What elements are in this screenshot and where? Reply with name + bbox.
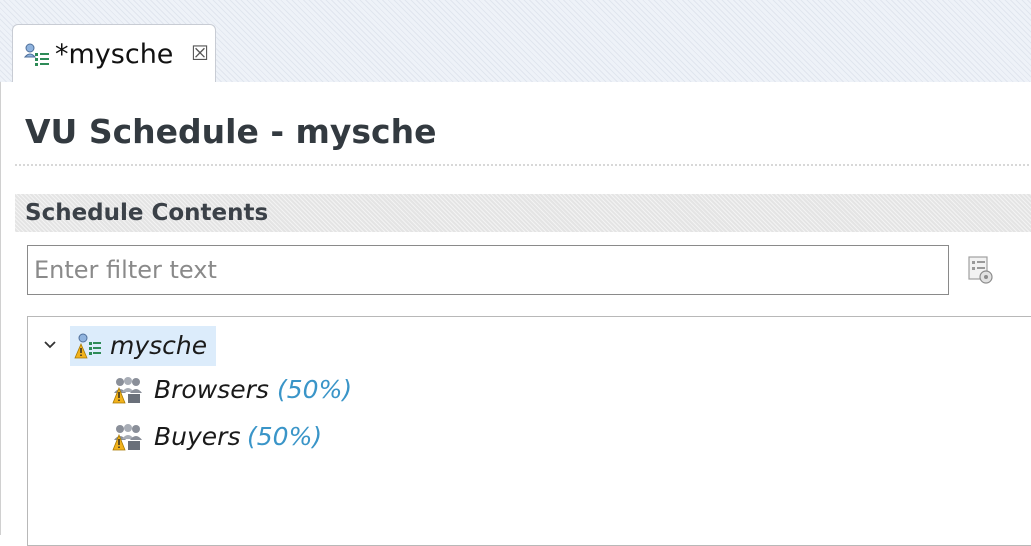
chevron-down-icon[interactable]	[42, 337, 58, 353]
section-title: Schedule Contents	[25, 200, 269, 226]
tree-item-label: mysche	[110, 331, 208, 360]
schedule-editor: VU Schedule - mysche Schedule Contents E…	[0, 82, 1031, 546]
filter-options-icon[interactable]	[965, 254, 995, 286]
tree-item-buyers[interactable]: Buyers (50%)	[112, 419, 412, 455]
tree-item-browsers[interactable]: Browsers (50%)	[112, 372, 412, 408]
user-group-warning-icon	[112, 424, 142, 451]
page-title: VU Schedule - mysche	[25, 112, 437, 151]
tree-item-mysche[interactable]: mysche	[70, 326, 216, 366]
tree-item-percent: (50%)	[277, 375, 353, 404]
tab-label: *mysche	[55, 39, 174, 70]
tree-item-label: Browsers	[154, 375, 269, 404]
schedule-warning-icon	[74, 333, 101, 359]
user-group-warning-icon	[112, 377, 142, 404]
close-icon[interactable]: ☒	[191, 38, 209, 68]
section-header[interactable]: Schedule Contents	[15, 194, 1031, 232]
tree-item-percent: (50%)	[247, 422, 323, 451]
header-divider	[15, 164, 1031, 166]
filter-input[interactable]	[27, 245, 949, 295]
tab-mysche[interactable]: *mysche ☒	[12, 24, 216, 82]
schedule-tree[interactable]: mysche Browsers (50%) Buyers (50%)	[27, 316, 1031, 546]
tree-item-label: Buyers	[154, 422, 241, 451]
schedule-icon	[23, 43, 49, 66]
editor-tab-bar: *mysche ☒	[0, 0, 1031, 82]
